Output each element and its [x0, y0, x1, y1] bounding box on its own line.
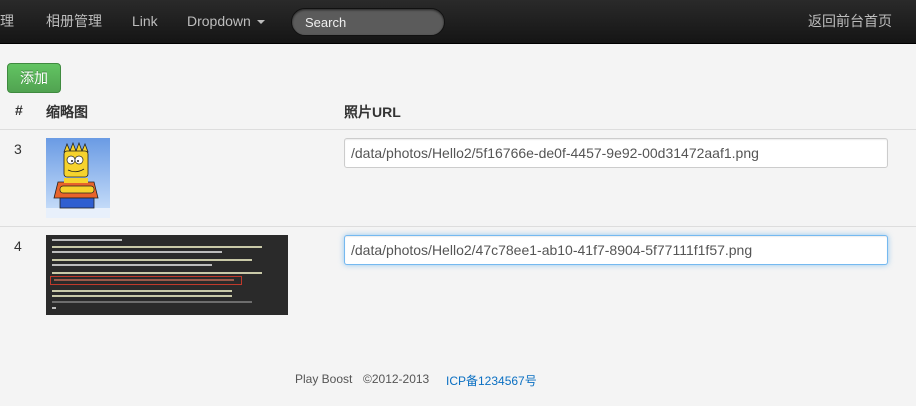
code-line — [52, 239, 122, 241]
navbar: 理 相册管理 Link Dropdown 返回前台首页 — [0, 0, 916, 44]
nav-item-album-management[interactable]: 相册管理 — [46, 0, 102, 43]
home-link[interactable]: 返回前台首页 — [808, 0, 892, 43]
code-line — [52, 290, 232, 292]
footer-icp-link[interactable]: ICP备1234567号 — [446, 372, 537, 389]
caret-down-icon — [256, 20, 265, 25]
code-line — [52, 295, 232, 297]
photo-url-field[interactable] — [344, 235, 888, 265]
nav-item-link[interactable]: Link — [132, 0, 158, 43]
row-id: 3 — [14, 141, 22, 157]
search-input[interactable] — [291, 8, 445, 36]
code-line — [52, 264, 212, 266]
code-line — [52, 246, 262, 248]
code-line — [52, 259, 252, 261]
header-divider — [0, 129, 916, 130]
code-line — [52, 251, 222, 253]
thumbnail-image[interactable] — [46, 138, 110, 218]
add-button[interactable]: 添加 — [7, 63, 61, 93]
code-line — [52, 301, 252, 303]
column-header-thumbnail: 缩略图 — [46, 104, 88, 120]
footer-copyright: ©2012-2013 — [363, 372, 430, 386]
column-header-id: # — [15, 102, 23, 118]
thumbnail-image[interactable] — [46, 235, 288, 315]
code-line — [52, 307, 56, 309]
nav-dropdown-label: Dropdown — [187, 13, 251, 29]
bart-cartoon-icon — [46, 141, 110, 218]
row-id: 4 — [14, 238, 22, 254]
code-line — [52, 272, 262, 274]
photo-url-field[interactable] — [344, 138, 888, 168]
footer-brand: Play Boost — [295, 372, 353, 386]
code-line — [54, 279, 234, 281]
nav-item-truncated[interactable]: 理 — [0, 0, 14, 43]
row-divider — [0, 226, 916, 227]
nav-dropdown[interactable]: Dropdown — [187, 0, 265, 43]
column-header-photo-url: 照片URL — [344, 104, 401, 120]
